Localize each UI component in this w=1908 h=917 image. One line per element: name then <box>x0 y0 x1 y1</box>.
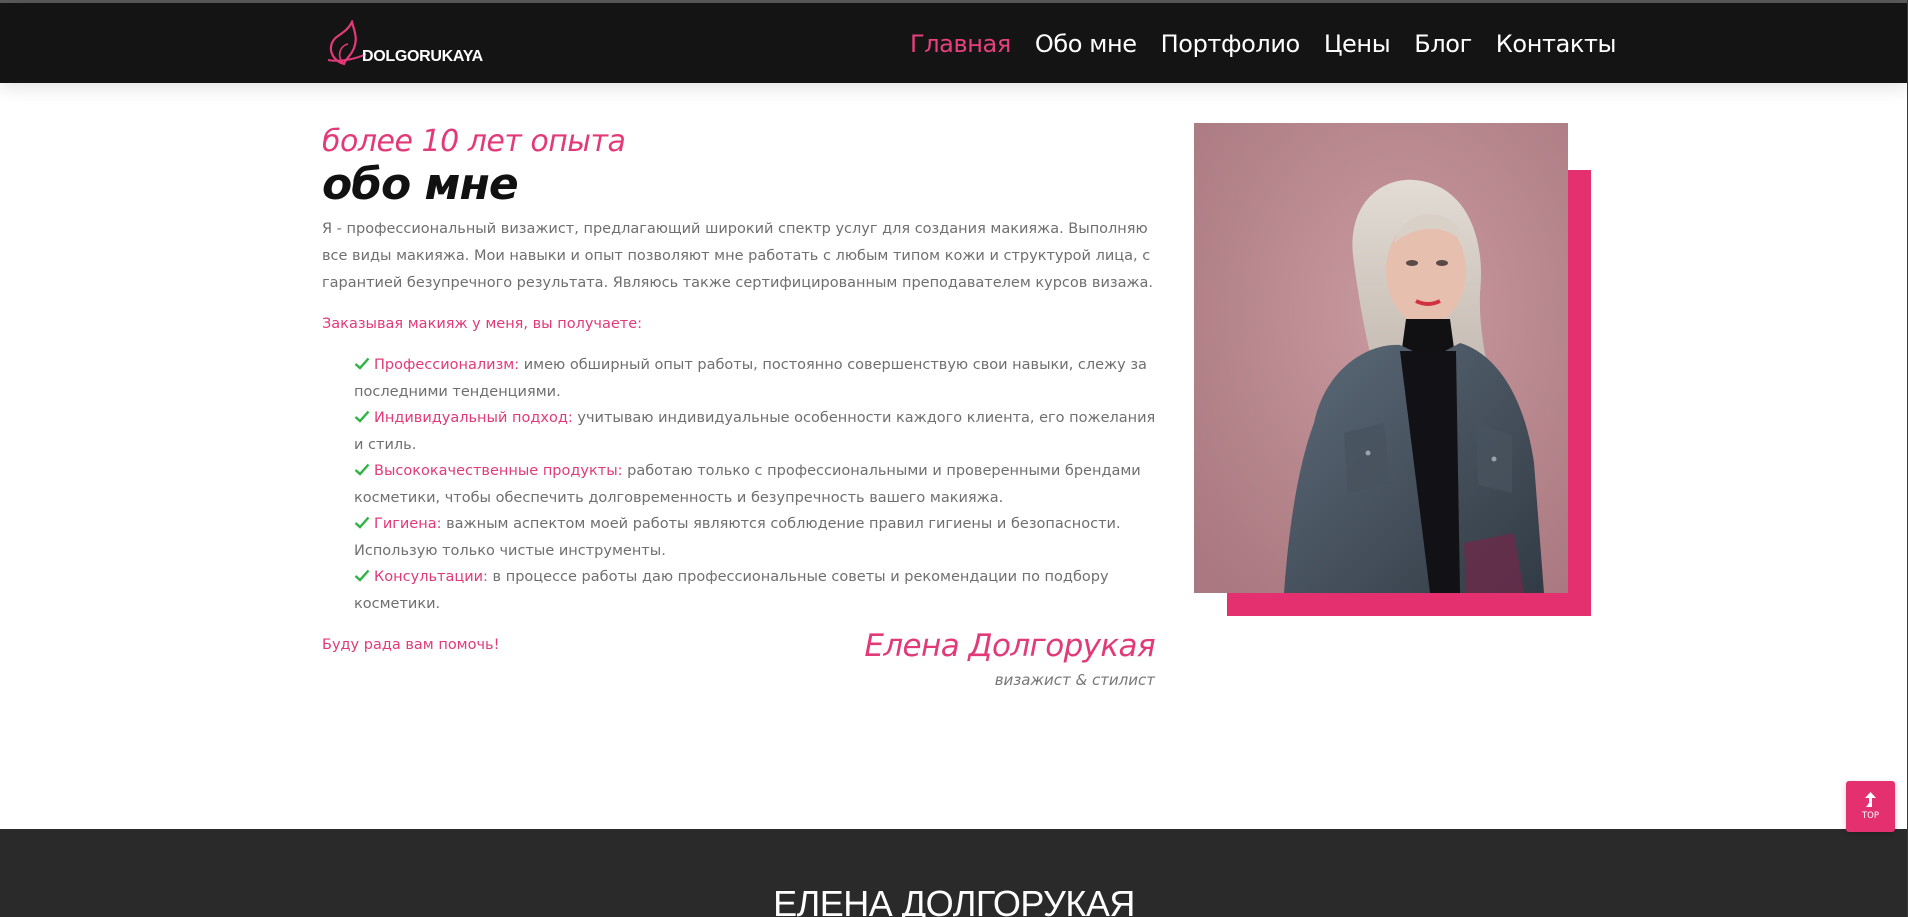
scroll-to-top-button[interactable]: TOP <box>1846 781 1895 832</box>
checkmark-icon <box>354 516 370 529</box>
checkmark-icon <box>354 410 370 423</box>
portrait-photo <box>1194 123 1568 593</box>
nav-item-portfolio[interactable]: Портфолио <box>1161 30 1301 58</box>
benefit-name: Консультации: <box>374 569 488 585</box>
benefit-name: Индивидуальный подход: <box>374 410 573 426</box>
benefit-item: Высококачественные продукты: работаю тол… <box>354 458 1158 511</box>
checkmark-icon <box>354 569 370 582</box>
benefit-item: Гигиена: важным аспектом моей работы явл… <box>354 511 1158 564</box>
about-section: более 10 лет опыта обо мне Я - профессио… <box>322 124 1158 659</box>
main-nav: Главная Обо мне Портфолио Цены Блог Конт… <box>910 30 1640 58</box>
signature-role: визажист & стилист <box>994 671 1155 689</box>
site-logo[interactable]: DOLGORUKAYA <box>324 18 483 73</box>
checkmark-icon <box>354 463 370 476</box>
logo-wordmark: DOLGORUKAYA <box>362 48 483 65</box>
benefit-name: Гигиена: <box>374 516 442 532</box>
benefit-name: Профессионализм: <box>374 357 520 373</box>
section-title: обо мне <box>322 159 519 210</box>
scroll-to-top-label: TOP <box>1861 811 1879 821</box>
footer-title: ЕЛЕНА ДОЛГОРУКАЯ <box>773 883 1135 917</box>
benefit-text: важным аспектом моей работы являются соб… <box>354 516 1121 559</box>
nav-item-prices[interactable]: Цены <box>1324 30 1391 58</box>
site-header: DOLGORUKAYA Главная Обо мне Портфолио Це… <box>0 3 1908 83</box>
benefits-lead: Заказывая макияж у меня, вы получаете: <box>322 316 643 332</box>
benefit-name: Высококачественные продукты: <box>374 463 623 479</box>
benefit-item: Консультации: в процессе работы даю проф… <box>354 564 1158 617</box>
nav-item-contacts[interactable]: Контакты <box>1496 30 1617 58</box>
benefit-item: Индивидуальный подход: учитываю индивиду… <box>354 405 1158 458</box>
nav-item-home[interactable]: Главная <box>910 30 1011 58</box>
checkmark-icon <box>354 357 370 370</box>
benefits-list: Профессионализм: имею обширный опыт рабо… <box>322 352 1158 617</box>
nav-item-blog[interactable]: Блог <box>1414 30 1472 58</box>
benefit-item: Профессионализм: имею обширный опыт рабо… <box>354 352 1158 405</box>
portrait-image <box>1194 123 1568 593</box>
arrow-up-icon <box>1865 792 1876 807</box>
signature-name: Елена Долгорукая <box>864 628 1155 664</box>
intro-paragraph: Я - профессиональный визажист, предлагаю… <box>322 221 1154 291</box>
experience-kicker: более 10 лет опыта <box>322 124 626 159</box>
nav-item-about[interactable]: Обо мне <box>1035 30 1137 58</box>
